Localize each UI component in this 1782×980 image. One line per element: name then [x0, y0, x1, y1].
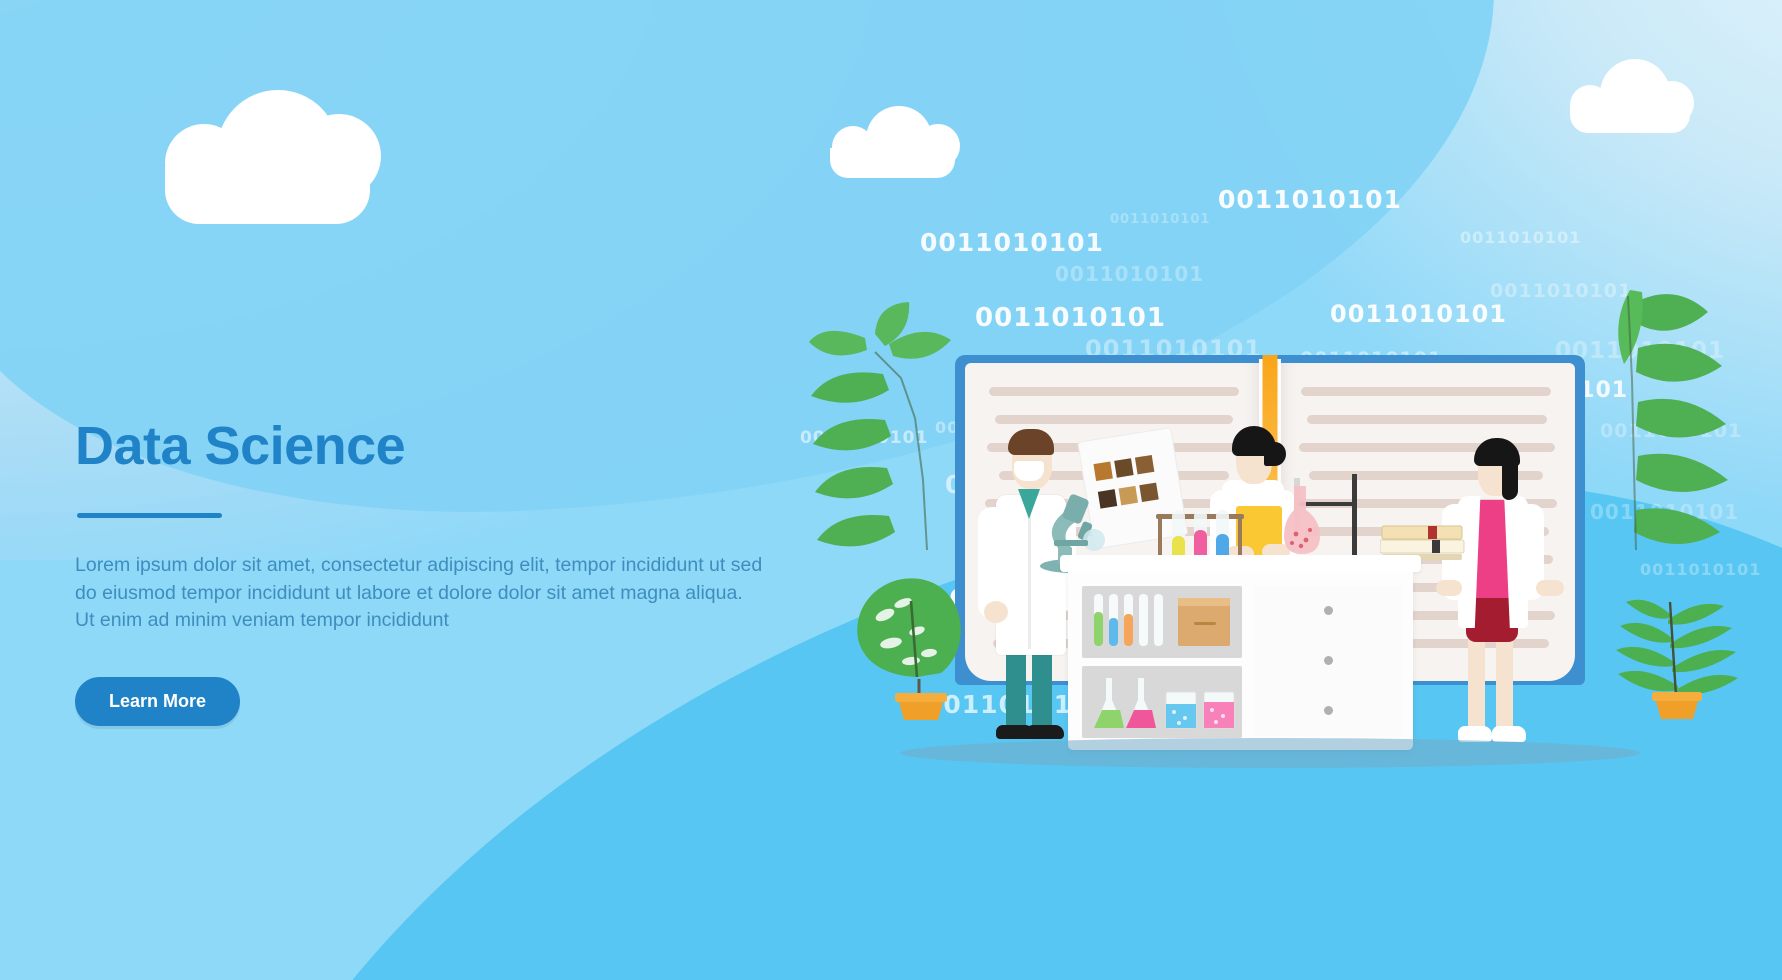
fern-plant-right — [1616, 599, 1738, 719]
drawer-1[interactable] — [1254, 586, 1402, 637]
lab-bench — [1060, 555, 1421, 750]
learn-more-button[interactable]: Learn More — [75, 677, 241, 727]
bench-worktop — [1060, 555, 1421, 572]
bench-body — [1068, 572, 1413, 750]
drawer-3[interactable] — [1254, 686, 1402, 736]
cloud-small-center — [830, 106, 960, 178]
floor-shadow — [900, 738, 1640, 768]
shoe-right — [1492, 726, 1526, 742]
shelf-upper-contents — [1094, 594, 1230, 646]
hand-left — [1436, 580, 1462, 596]
binary-code-text: 0011010101 — [1460, 228, 1582, 247]
hand-right — [1536, 580, 1564, 596]
leg-left — [1468, 630, 1485, 734]
hero-paragraph: Lorem ipsum dolor sit amet, consectetur … — [75, 554, 763, 632]
hand-left — [984, 601, 1008, 623]
cloud-large-left — [165, 90, 381, 224]
leg-right — [1496, 630, 1513, 734]
hero-copy: Data Science Lorem ipsum dolor sit amet,… — [75, 415, 775, 727]
binary-code-text: 0011010101 — [920, 228, 1104, 257]
monstera-plant-left — [857, 578, 961, 720]
science-laboratory-illustration — [809, 290, 1738, 780]
hair-bun — [1264, 442, 1286, 466]
binary-code-text: 0011010101 — [1218, 185, 1402, 214]
title-underline-rule — [77, 513, 222, 518]
drawer-2[interactable] — [1254, 636, 1402, 687]
hero-canvas: 0011010101 0011010101 0011010101 0011010101… — [0, 0, 1782, 980]
cloud-small-right — [1570, 59, 1694, 133]
shoe-right — [1026, 725, 1064, 739]
binary-code-text: 0011010101 — [1110, 212, 1211, 227]
female-scientist-walking — [1436, 430, 1564, 750]
shelf-lower-contents — [1094, 678, 1235, 729]
binary-code-text: 0011010101 — [1055, 262, 1205, 286]
page-title: Data Science — [75, 416, 406, 476]
hair-ponytail — [1502, 458, 1518, 500]
hair — [1008, 429, 1054, 455]
